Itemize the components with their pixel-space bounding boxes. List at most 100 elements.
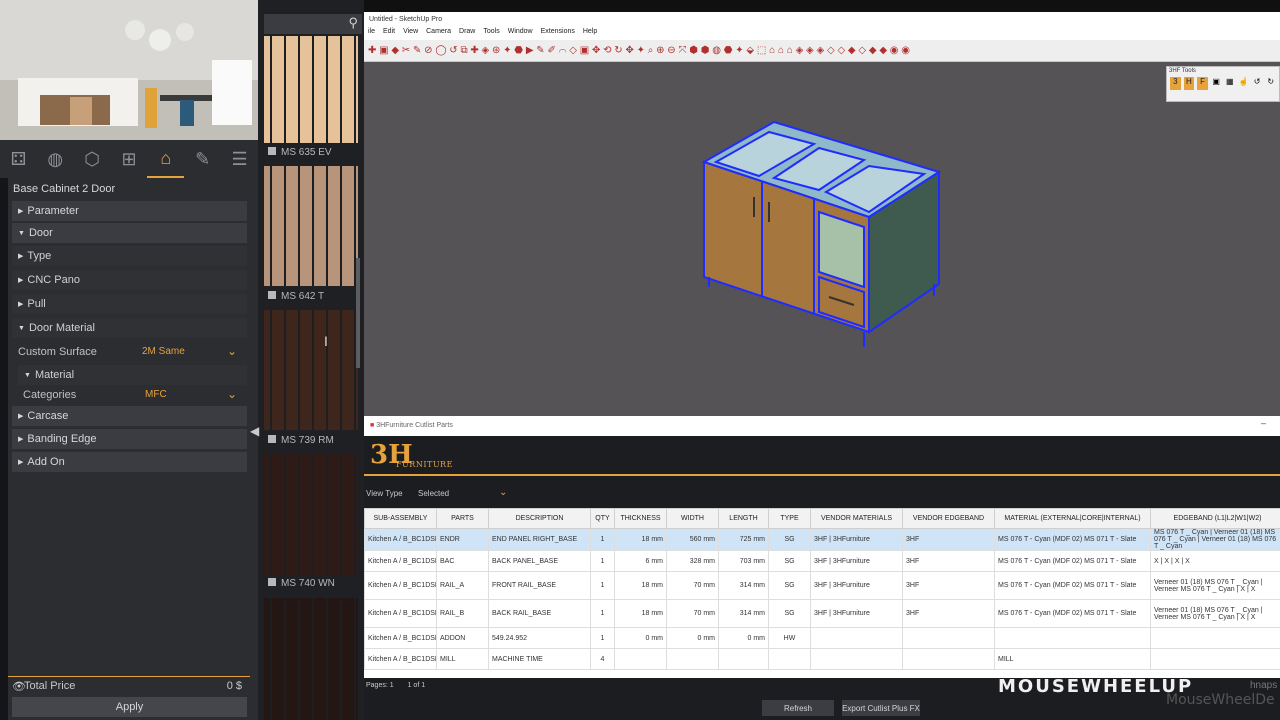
- expand-icon: ▶: [18, 436, 24, 443]
- collapse-icon: ▼: [24, 371, 31, 379]
- swatch-search-bar[interactable]: ⚲: [264, 14, 362, 34]
- 3d-viewport[interactable]: [364, 62, 1280, 416]
- menu-window[interactable]: Window: [508, 28, 533, 40]
- swatch-ms-635-ev[interactable]: [264, 36, 358, 143]
- tab-edit[interactable]: ✎: [184, 140, 221, 178]
- tab-tree[interactable]: ⊞: [111, 140, 148, 178]
- menu-edit[interactable]: Edit: [383, 28, 395, 40]
- grid-icon[interactable]: ▦: [1225, 77, 1236, 90]
- section-label: Parameter: [27, 205, 79, 217]
- section-banding-edge[interactable]: ▶ Banding Edge: [12, 429, 247, 449]
- table-cell: 725 mm: [718, 528, 769, 551]
- 3hf-f-icon[interactable]: F: [1197, 77, 1208, 90]
- hand-icon[interactable]: ☝: [1238, 77, 1249, 90]
- menu-help[interactable]: Help: [583, 28, 597, 40]
- swatch-label[interactable]: MS 739 RM: [268, 435, 362, 446]
- table-row[interactable]: Kitchen A / B_BC1DSH ADDON 549.24.952 1 0 mm…: [364, 627, 1280, 649]
- app-icon: ■: [370, 422, 375, 429]
- section-parameter[interactable]: ▶ Parameter: [12, 201, 247, 221]
- refresh-button[interactable]: Refresh: [762, 700, 834, 716]
- menu-extensions[interactable]: Extensions: [541, 28, 575, 40]
- col-type[interactable]: TYPE: [768, 508, 811, 529]
- swatch-scrollbar[interactable]: [356, 258, 360, 368]
- export-cutlist-button[interactable]: Export Cutlist Plus FX: [842, 700, 920, 716]
- tab-home[interactable]: ⌂: [147, 140, 185, 178]
- tab-parts[interactable]: ⚃: [0, 140, 37, 178]
- tab-sphere[interactable]: ◍: [37, 140, 74, 178]
- col-sub-assembly[interactable]: SUB-ASSEMBLY: [364, 508, 437, 529]
- minimize-icon[interactable]: –: [1261, 418, 1266, 428]
- section-door[interactable]: ▼ Door: [12, 223, 247, 243]
- table-row[interactable]: Kitchen A / B_BC1DSHTMILLMACHINE TIME4MI…: [364, 648, 1280, 670]
- col-material[interactable]: MATERIAL (EXTERNAL|CORE|INTERNAL): [994, 508, 1151, 529]
- view-type-select[interactable]: View Type Selected ⌄: [364, 484, 1280, 504]
- table-cell: 1: [590, 528, 615, 551]
- section-type[interactable]: ▶ Type: [12, 246, 247, 266]
- section-door-material[interactable]: ▼ Door Material: [12, 318, 247, 338]
- col-thickness[interactable]: THICKNESS: [614, 508, 667, 529]
- apply-button[interactable]: Apply: [12, 697, 247, 717]
- section-pull[interactable]: ▶ Pull: [12, 294, 247, 314]
- table-row[interactable]: Kitchen A / B_BC1DSH RAIL_B BACK RAIL_BASE…: [364, 599, 1280, 628]
- col-qty[interactable]: QTY: [590, 508, 615, 529]
- swatch-next[interactable]: [264, 598, 358, 720]
- search-icon[interactable]: ⚲: [348, 15, 358, 31]
- categories-value: MFC: [145, 389, 167, 400]
- 3hf-h-icon[interactable]: H: [1183, 77, 1195, 90]
- swatch-ms-739-rm[interactable]: [264, 310, 358, 430]
- checkbox[interactable]: [268, 435, 276, 443]
- categories-select[interactable]: Categories MFC ⌄: [12, 385, 247, 405]
- undo-icon[interactable]: ↺: [1252, 77, 1263, 90]
- table-cell: 3HF | 3HFurniture: [810, 528, 903, 551]
- swatch-ms-642-t[interactable]: [264, 166, 358, 286]
- menu-tools[interactable]: Tools: [483, 28, 499, 40]
- col-length[interactable]: LENGTH: [718, 508, 769, 529]
- toolbar-icons[interactable]: ✚ ▣ ◆ ✂ ✎ ⊘ ◯ ↺ ⧉ ✚ ◈ ⊛ ✦ ⬣ ▶ ✎ ✐ ⌒ ◇ ▣ …: [368, 45, 910, 56]
- frame-icon[interactable]: ▣: [1211, 77, 1222, 90]
- swatch-ms-740-wn[interactable]: [264, 454, 358, 575]
- total-price-row: 👁 Total Price 0 $: [8, 676, 250, 694]
- category-tabs: ⚃ ◍ ⬡ ⊞ ⌂ ✎ ☰: [0, 140, 258, 178]
- table-cell: 70 mm: [666, 599, 719, 628]
- swatch-label[interactable]: MS 740 WN: [268, 578, 362, 589]
- col-parts[interactable]: PARTS: [436, 508, 489, 529]
- menu-draw[interactable]: Draw: [459, 28, 475, 40]
- menu-file[interactable]: ile: [368, 28, 375, 40]
- table-cell: 549.24.952: [488, 627, 591, 649]
- table-cell: 314 mm: [718, 571, 769, 600]
- section-material[interactable]: ▼ Material: [18, 365, 247, 385]
- table-cell: 0 mm: [718, 627, 769, 649]
- table-row[interactable]: Kitchen A / B_BC1DSH RAIL_A FRONT RAIL_BAS…: [364, 571, 1280, 600]
- tab-cube[interactable]: ⬡: [74, 140, 111, 178]
- menu-camera[interactable]: Camera: [426, 28, 451, 40]
- table-cell: MS 076 T - Cyan (MDF 02) MS 071 T - Slat…: [994, 571, 1151, 600]
- table-cell: 703 mm: [718, 550, 769, 572]
- view-type-label: View Type: [366, 489, 403, 498]
- col-vendor-edgeband[interactable]: VENDOR EDGEBAND: [902, 508, 995, 529]
- cabinet-model[interactable]: [364, 62, 1280, 416]
- checkbox[interactable]: [268, 291, 276, 299]
- collapse-panel-icon[interactable]: ◀: [250, 424, 259, 438]
- menu-view[interactable]: View: [403, 28, 418, 40]
- col-vendor-materials[interactable]: VENDOR MATERIALS: [810, 508, 903, 529]
- expand-icon: ▶: [18, 301, 24, 308]
- swatch-label[interactable]: MS 635 EV: [268, 147, 362, 158]
- col-width[interactable]: WIDTH: [666, 508, 719, 529]
- col-description[interactable]: DESCRIPTION: [488, 508, 591, 529]
- table-cell: SG: [768, 599, 811, 628]
- section-carcase[interactable]: ▶ Carcase: [12, 406, 247, 426]
- section-add-on[interactable]: ▶ Add On: [12, 452, 247, 472]
- 3hf-logo-icon[interactable]: 3: [1170, 77, 1181, 90]
- custom-surface-select[interactable]: Custom Surface 2M Same ⌄: [12, 342, 247, 362]
- pager-label: Pages: 1: [366, 682, 394, 689]
- swatch-label[interactable]: MS 642 T: [268, 291, 362, 302]
- checkbox[interactable]: [268, 578, 276, 586]
- window-title: Untitled - SketchUp Pro: [364, 12, 1280, 28]
- tab-list[interactable]: ☰: [221, 140, 258, 178]
- redo-icon[interactable]: ↻: [1265, 77, 1276, 90]
- col-edgeband[interactable]: EDGEBAND (L1|L2|W1|W2): [1150, 508, 1280, 529]
- table-row[interactable]: Kitchen A / B_BC1DSH BAC BACK PANEL_BASE 1 6…: [364, 550, 1280, 572]
- table-row[interactable]: Kitchen A / B_BC1DSH ENDR END PANEL RIGHT_…: [364, 528, 1280, 551]
- section-cnc-pano[interactable]: ▶ CNC Pano: [12, 270, 247, 290]
- checkbox[interactable]: [268, 147, 276, 155]
